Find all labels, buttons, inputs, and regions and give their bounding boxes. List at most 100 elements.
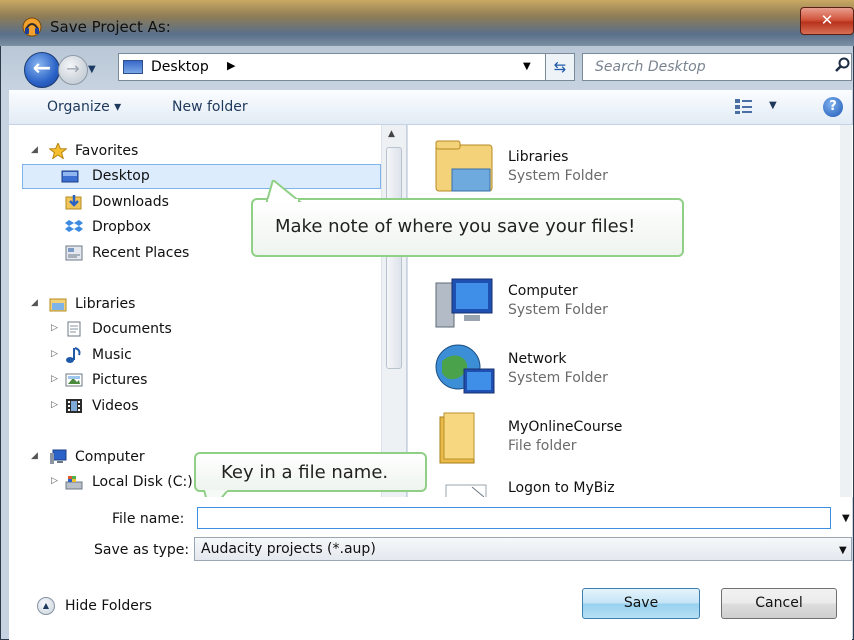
sidebar-label-downloads: Downloads [92, 194, 169, 210]
save-options-panel: File name: ▼ Save as type: Audacity proj… [9, 497, 852, 640]
file-item-computer[interactable]: Computer System Folder [408, 273, 848, 337]
folder-icon [434, 411, 496, 473]
file-item-libraries[interactable]: Libraries System Folder [408, 135, 848, 199]
downloads-icon [65, 194, 83, 210]
sidebar-label-local-disk: Local Disk (C:) [92, 474, 193, 490]
file-item-type: File folder [508, 438, 577, 454]
close-button[interactable]: ✕ [800, 7, 854, 35]
music-icon [65, 347, 83, 363]
navigation-pane: ◢ Favorites Desktop Downloads Dropbox Re… [9, 125, 406, 497]
save-as-type-value: Audacity projects (*.aup) [201, 541, 376, 557]
collapse-arrow-icon[interactable]: ◢ [31, 145, 38, 155]
scrollbar-thumb[interactable] [386, 147, 402, 369]
collapse-arrow-icon[interactable]: ◢ [31, 298, 38, 308]
cancel-button[interactable]: Cancel [721, 588, 837, 619]
tree-label-favorites: Favorites [75, 143, 139, 159]
sidebar-item-videos[interactable]: ▷ Videos [9, 394, 389, 419]
tree-libraries[interactable]: ◢ Libraries [9, 292, 389, 317]
save-as-type-label: Save as type: [94, 542, 190, 558]
computer-icon [49, 449, 67, 465]
help-button[interactable]: ? [823, 97, 843, 117]
file-item-type: System Folder [508, 302, 608, 318]
sidebar-label-desktop: Desktop [92, 168, 150, 184]
file-item-type: System Folder [508, 370, 608, 386]
address-dropdown-icon[interactable]: ▼ [523, 61, 531, 72]
command-toolbar: Organize ▾ New folder ▼ ? [9, 90, 852, 125]
callout-pointer [265, 180, 302, 202]
expand-arrow-icon[interactable]: ▷ [51, 349, 58, 359]
recent-places-icon [65, 245, 83, 261]
tree-label-computer: Computer [75, 449, 145, 465]
sidebar-label-music: Music [92, 347, 132, 363]
documents-icon [65, 321, 83, 337]
tree-favorites[interactable]: ◢ Favorites [9, 139, 389, 164]
forward-button[interactable]: → [58, 55, 88, 85]
sidebar-item-pictures[interactable]: ▷ Pictures [9, 368, 389, 393]
shortcut-file-icon [444, 483, 490, 497]
desktop-icon [123, 60, 143, 74]
chevron-down-icon[interactable]: ▼ [839, 545, 847, 556]
title-bar[interactable]: Save Project As: ✕ [0, 0, 854, 46]
file-name-input[interactable] [197, 507, 831, 529]
callout-save-location: Make note of where you save your files! [251, 180, 684, 257]
window-title: Save Project As: [50, 18, 171, 36]
breadcrumb-chevron-icon[interactable]: ▶ [227, 59, 235, 72]
file-item-type: System Folder [508, 168, 608, 184]
scroll-up-icon[interactable]: ▲ [388, 129, 395, 139]
file-item-network[interactable]: Network System Folder [408, 341, 848, 405]
callout-text: Make note of where you save your files! [275, 216, 636, 237]
audacity-app-icon [22, 17, 42, 37]
organize-button[interactable]: Organize ▾ [47, 99, 121, 115]
file-name-dropdown-icon[interactable]: ▼ [842, 513, 850, 524]
collapse-arrow-icon[interactable]: ◢ [31, 451, 38, 461]
view-options-dropdown-icon[interactable]: ▼ [769, 100, 777, 111]
sidebar-item-music[interactable]: ▷ Music [9, 343, 389, 368]
libraries-folder-icon [49, 296, 67, 312]
libraries-folder-icon [434, 139, 496, 201]
desktop-icon [61, 169, 79, 185]
change-view-icon[interactable] [734, 97, 756, 115]
save-as-type-select[interactable]: Audacity projects (*.aup) ▼ [194, 537, 852, 561]
callout-text: Key in a file name. [221, 462, 389, 483]
pictures-icon [65, 372, 83, 388]
hard-disk-icon [65, 474, 83, 490]
back-button[interactable]: ← [24, 52, 60, 88]
network-icon [434, 343, 496, 405]
callout-file-name: Key in a file name. [194, 452, 427, 514]
videos-icon [65, 398, 83, 414]
chevron-up-icon[interactable]: ▲ [37, 597, 55, 615]
dropbox-icon [65, 219, 83, 235]
search-box[interactable]: Search Desktop [582, 53, 852, 81]
file-item-name: Logon to MyBiz [508, 480, 615, 496]
file-item-logon-to-mybiz[interactable]: Logon to MyBiz [408, 477, 848, 497]
file-item-name: Libraries [508, 149, 569, 165]
address-bar[interactable]: Desktop ▶ ▼ [118, 53, 573, 81]
star-icon [48, 141, 68, 160]
address-location[interactable]: Desktop [151, 59, 209, 75]
sidebar-label-documents: Documents [92, 321, 172, 337]
expand-arrow-icon[interactable]: ▷ [51, 374, 58, 384]
tree-label-libraries: Libraries [75, 296, 136, 312]
save-button[interactable]: Save [582, 588, 700, 619]
file-item-name: Computer [508, 283, 578, 299]
expand-arrow-icon[interactable]: ▷ [51, 400, 58, 410]
file-list-scrollbar[interactable] [840, 125, 852, 497]
sidebar-item-documents[interactable]: ▷ Documents [9, 317, 389, 342]
sidebar-label-pictures: Pictures [92, 372, 148, 388]
recent-pages-dropdown-icon[interactable]: ▼ [88, 64, 96, 75]
sidebar-label-dropbox: Dropbox [92, 219, 151, 235]
sidebar-label-videos: Videos [92, 398, 139, 414]
new-folder-button[interactable]: New folder [172, 99, 248, 115]
file-item-name: MyOnlineCourse [508, 419, 623, 435]
search-icon[interactable] [835, 57, 851, 77]
refresh-button[interactable]: ⇆ [545, 53, 575, 81]
search-placeholder[interactable]: Search Desktop [595, 59, 706, 75]
expand-arrow-icon[interactable]: ▷ [51, 476, 58, 486]
file-list-pane: Libraries System Folder Computer System … [407, 125, 853, 497]
navigation-scrollbar[interactable]: ▲ [381, 125, 406, 497]
expand-arrow-icon[interactable]: ▷ [51, 323, 58, 333]
sidebar-label-recent-places: Recent Places [92, 245, 190, 261]
sidebar-item-desktop[interactable]: Desktop [22, 164, 381, 189]
file-item-myonlinecourse[interactable]: MyOnlineCourse File folder [408, 409, 848, 473]
hide-folders-label[interactable]: Hide Folders [65, 598, 152, 614]
